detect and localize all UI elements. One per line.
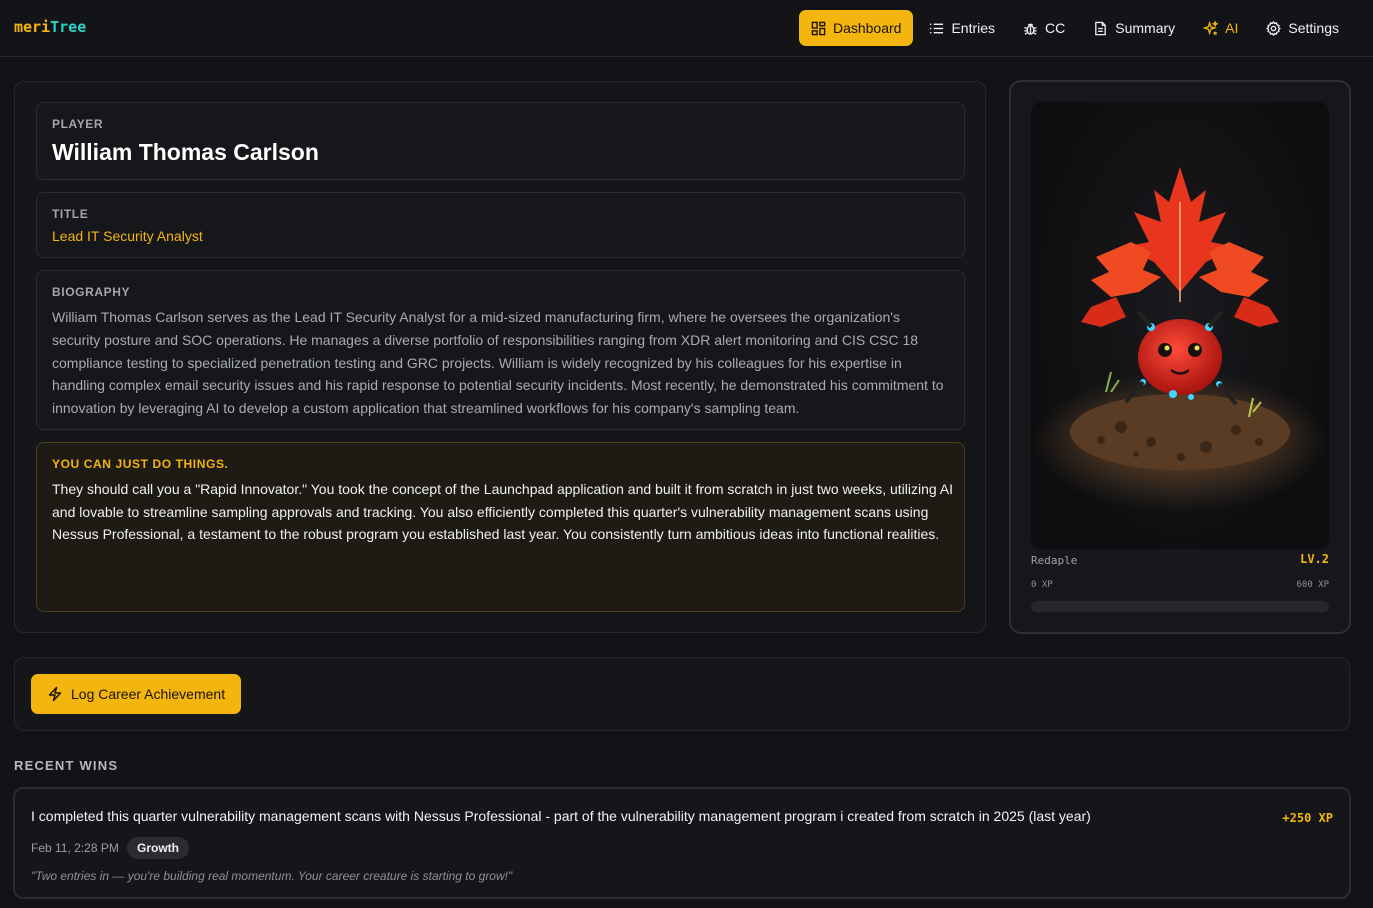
nav-settings[interactable]: Settings xyxy=(1254,10,1351,46)
nav-dashboard[interactable]: Dashboard xyxy=(798,10,914,46)
nav-entries[interactable]: Entries xyxy=(917,10,1007,46)
title-card: TITLE Lead IT Security Analyst xyxy=(36,192,965,258)
nav-summary[interactable]: Summary xyxy=(1081,10,1187,46)
nav-cc[interactable]: CC xyxy=(1011,10,1077,46)
win-entry-ai-note: "Two entries in — you're building real m… xyxy=(31,869,513,883)
document-icon xyxy=(1095,21,1107,35)
dashboard-grid-icon xyxy=(811,21,826,35)
log-action-panel: Log Career Achievement xyxy=(14,657,1350,731)
win-entry[interactable]: I completed this quarter vulnerability m… xyxy=(13,787,1351,899)
win-entry-category-badge: Growth xyxy=(127,837,189,859)
list-icon xyxy=(930,23,944,33)
log-career-achievement-label: Log Career Achievement xyxy=(71,686,226,702)
gear-icon xyxy=(1266,20,1282,36)
insight-label: YOU CAN JUST DO THINGS. xyxy=(52,457,229,471)
profile-panel: PLAYER William Thomas Carlson TITLE Lead… xyxy=(14,81,986,633)
nav-entries-label: Entries xyxy=(951,20,996,36)
player-label: PLAYER xyxy=(52,117,104,131)
xp-min-label: 0 XP xyxy=(1031,580,1053,590)
player-name: William Thomas Carlson xyxy=(52,139,319,165)
nav-ai[interactable]: AI xyxy=(1191,10,1250,46)
insight-card: YOU CAN JUST DO THINGS. They should call… xyxy=(36,442,965,612)
logo-part-tree: Tree xyxy=(50,18,87,36)
xp-progress-bar xyxy=(1031,601,1329,612)
creature-level: LV.2 xyxy=(1300,552,1329,566)
win-entry-date: Feb 11, 2:28 PM xyxy=(31,841,119,855)
win-entry-xp: +250 XP xyxy=(1282,811,1333,825)
nav-cc-label: CC xyxy=(1045,20,1066,36)
bug-icon xyxy=(1024,23,1037,35)
maple-creature-image xyxy=(1031,167,1329,512)
biography-label: BIOGRAPHY xyxy=(52,285,131,299)
biography-card: BIOGRAPHY William Thomas Carlson serves … xyxy=(36,270,965,430)
nav-ai-label: AI xyxy=(1225,20,1239,36)
app-logo[interactable]: meriTree xyxy=(14,18,86,36)
title-label: TITLE xyxy=(52,207,89,221)
nav-summary-label: Summary xyxy=(1115,20,1176,36)
win-entry-text: I completed this quarter vulnerability m… xyxy=(31,808,1091,824)
sparkles-icon xyxy=(1203,20,1219,35)
insight-text: They should call you a "Rapid Innovator.… xyxy=(52,481,954,543)
xp-max-label: 600 XP xyxy=(1296,580,1329,590)
nav-dashboard-label: Dashboard xyxy=(832,20,902,36)
top-navigation-bar: meriTree Dashboard Entries CC Summary AI… xyxy=(0,0,1373,57)
log-career-achievement-button[interactable]: Log Career Achievement xyxy=(31,674,242,714)
biography-text: William Thomas Carlson serves as the Lea… xyxy=(52,309,944,417)
creature-card: Redaple LV.2 0 XP 600 XP xyxy=(1009,80,1351,634)
creature-illustration xyxy=(1031,102,1329,549)
logo-part-meri: meri xyxy=(14,18,51,36)
creature-name: Redaple xyxy=(1031,554,1078,567)
nav-settings-label: Settings xyxy=(1288,20,1339,36)
recent-wins-heading: RECENT WINS xyxy=(14,758,119,773)
main-nav: Dashboard Entries CC Summary AI Settings xyxy=(798,10,1351,46)
title-value: Lead IT Security Analyst xyxy=(52,228,203,244)
lightning-icon xyxy=(48,686,62,702)
player-card: PLAYER William Thomas Carlson xyxy=(36,102,965,180)
